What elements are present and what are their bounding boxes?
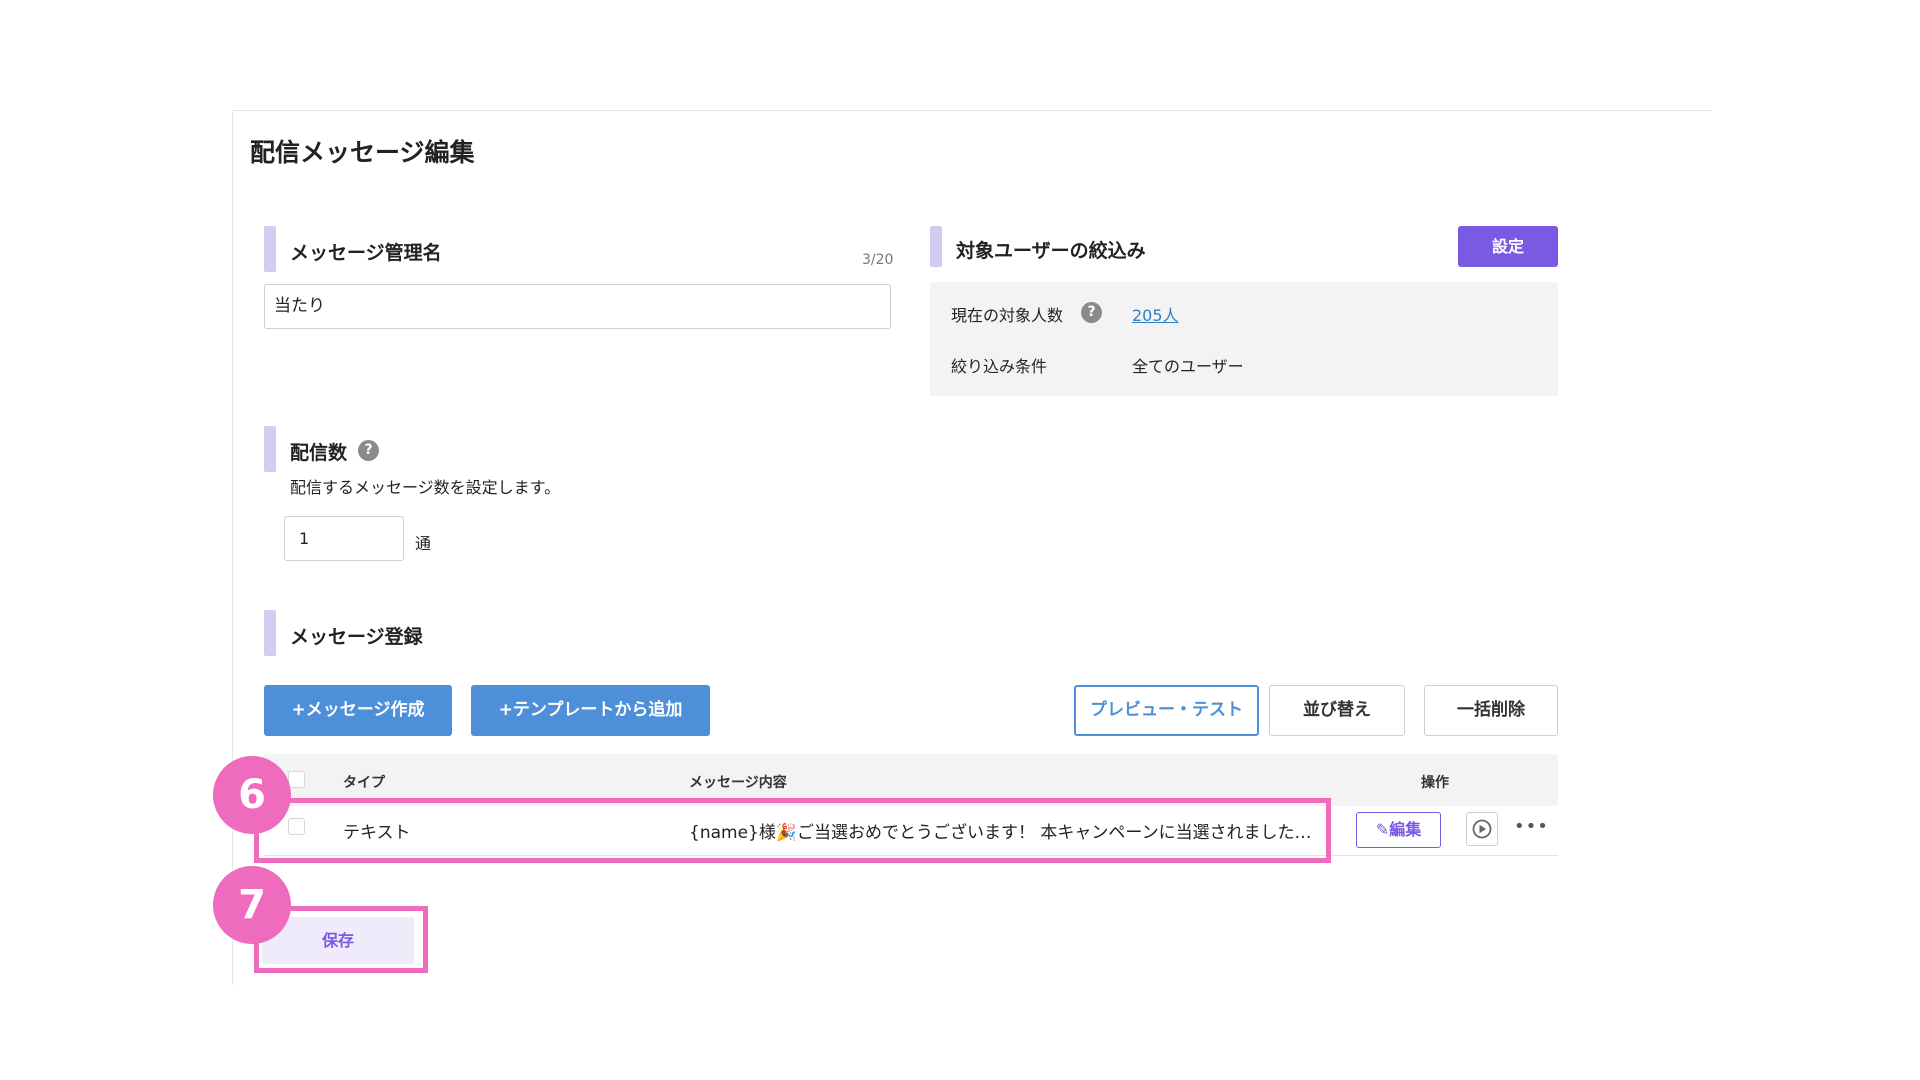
filter-label: 絞り込み条件	[951, 357, 1048, 376]
section-bar	[264, 610, 276, 656]
delivery-unit: 通	[415, 534, 432, 553]
message-registration-title: メッセージ登録	[290, 626, 423, 648]
edit-button[interactable]: ✎編集	[1356, 812, 1441, 848]
add-from-template-button[interactable]: +テンプレートから追加	[471, 685, 710, 736]
play-circle-icon	[1472, 819, 1492, 839]
sort-button[interactable]: 並び替え	[1269, 685, 1405, 736]
pencil-icon: ✎	[1375, 820, 1390, 839]
target-summary-box	[930, 282, 1558, 396]
play-button[interactable]	[1466, 812, 1498, 846]
message-name-input[interactable]: 当たり	[264, 284, 891, 329]
delivery-description: 配信するメッセージ数を設定します。	[290, 478, 561, 497]
row-highlight	[254, 798, 1331, 863]
message-name-title: メッセージ管理名	[290, 242, 442, 264]
ellipsis-icon[interactable]: •••	[1514, 816, 1549, 837]
section-bar	[264, 226, 276, 272]
select-all-checkbox[interactable]	[288, 771, 305, 788]
set-button[interactable]: 設定	[1458, 226, 1558, 267]
section-bar	[930, 226, 942, 267]
edit-button-label: 編集	[1389, 820, 1422, 839]
delivery-count-input[interactable]: 1	[284, 516, 404, 561]
preview-test-button[interactable]: プレビュー・テスト	[1074, 685, 1259, 736]
step-badge-7: 7	[213, 866, 291, 944]
step-badge-6: 6	[213, 756, 291, 834]
column-header-type: タイプ	[343, 775, 385, 791]
current-count-label: 現在の対象人数	[951, 306, 1064, 325]
character-counter: 3/20	[862, 252, 894, 268]
filter-value: 全てのユーザー	[1132, 357, 1244, 376]
page-title: 配信メッセージ編集	[250, 138, 475, 167]
delivery-count-title: 配信数	[290, 442, 348, 464]
column-header-actions: 操作	[1421, 775, 1449, 791]
question-circle-icon[interactable]: ?	[358, 440, 379, 461]
create-message-button[interactable]: +メッセージ作成	[264, 685, 452, 736]
bulk-delete-button[interactable]: 一括削除	[1424, 685, 1558, 736]
target-count-link[interactable]: 205人	[1132, 302, 1179, 326]
column-header-content: メッセージ内容	[689, 775, 787, 791]
section-bar	[264, 426, 276, 472]
question-circle-icon[interactable]: ?	[1081, 302, 1102, 323]
target-users-title: 対象ユーザーの絞込み	[956, 240, 1146, 262]
